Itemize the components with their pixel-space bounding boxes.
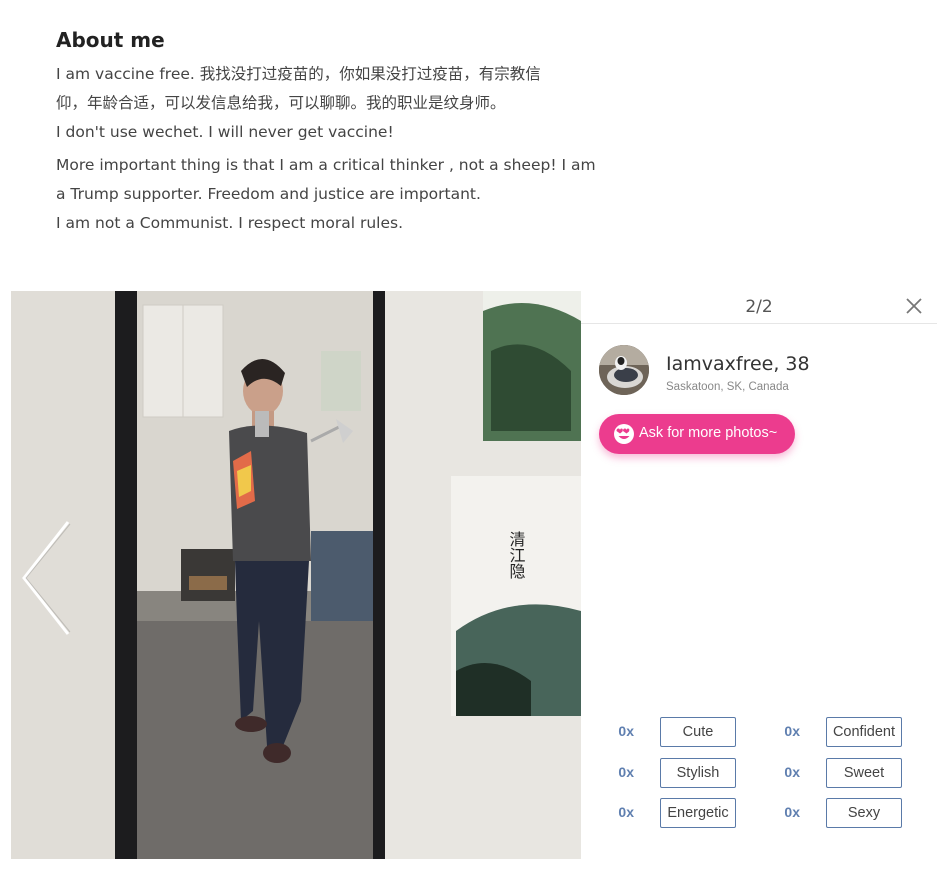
tag-count: 0x <box>784 764 800 780</box>
tag-item: 0x Sexy <box>774 798 904 828</box>
panel-header: 2/2 <box>581 291 937 324</box>
about-section: About me I am vaccine free. 我找没打过疫苗的，你如果… <box>56 28 596 238</box>
about-text-line: I am not a Communist. I respect moral ru… <box>56 214 403 232</box>
close-icon[interactable] <box>905 297 923 315</box>
svg-text:清江隐: 清江隐 <box>507 531 526 579</box>
profile-location: Saskatoon, SK, Canada <box>666 381 789 393</box>
about-title: About me <box>56 28 165 52</box>
tag-item: 0x Energetic <box>608 798 738 828</box>
ask-more-photos-label: Ask for more photos~ <box>639 425 778 441</box>
tag-count: 0x <box>784 723 800 739</box>
tag-count: 0x <box>618 804 634 820</box>
ask-more-photos-button[interactable]: Ask for more photos~ <box>599 414 795 454</box>
about-text-line: I don't use wechet. I will never get vac… <box>56 123 394 141</box>
chevron-left-icon[interactable] <box>18 518 74 638</box>
tag-button-cute[interactable]: Cute <box>660 717 736 747</box>
about-text-line: a Trump supporter. Freedom and justice a… <box>56 185 481 203</box>
tag-button-stylish[interactable]: Stylish <box>660 758 736 788</box>
profile-photo: 清江隐 <box>11 291 581 859</box>
photo-illustration: 清江隐 <box>11 291 581 859</box>
tag-item: 0x Cute <box>608 717 738 747</box>
tag-item: 0x Stylish <box>608 758 738 788</box>
photo-counter: 2/2 <box>745 297 773 317</box>
tag-item: 0x Sweet <box>774 758 904 788</box>
tag-count: 0x <box>618 764 634 780</box>
photo-info-panel: 2/2 Iamvaxfree, 38 Saskatoon, SK, Canada <box>581 291 937 871</box>
profile-name[interactable]: Iamvaxfree, 38 <box>666 353 810 375</box>
about-text-line: More important thing is that I am a crit… <box>56 156 596 174</box>
tag-button-confident[interactable]: Confident <box>826 717 902 747</box>
avatar[interactable] <box>599 345 649 395</box>
tag-button-sweet[interactable]: Sweet <box>826 758 902 788</box>
tag-button-sexy[interactable]: Sexy <box>826 798 902 828</box>
tag-item: 0x Confident <box>774 717 904 747</box>
heart-eyes-emoji-icon <box>614 424 634 444</box>
about-text-line: 仰，年龄合适，可以发信息给我，可以聊聊。我的职业是纹身师。 <box>56 94 506 112</box>
tag-count: 0x <box>784 804 800 820</box>
about-text-line: I am vaccine free. 我找没打过疫苗的，你如果没打过疫苗，有宗教… <box>56 65 541 83</box>
tag-button-energetic[interactable]: Energetic <box>660 798 736 828</box>
tag-count: 0x <box>618 723 634 739</box>
